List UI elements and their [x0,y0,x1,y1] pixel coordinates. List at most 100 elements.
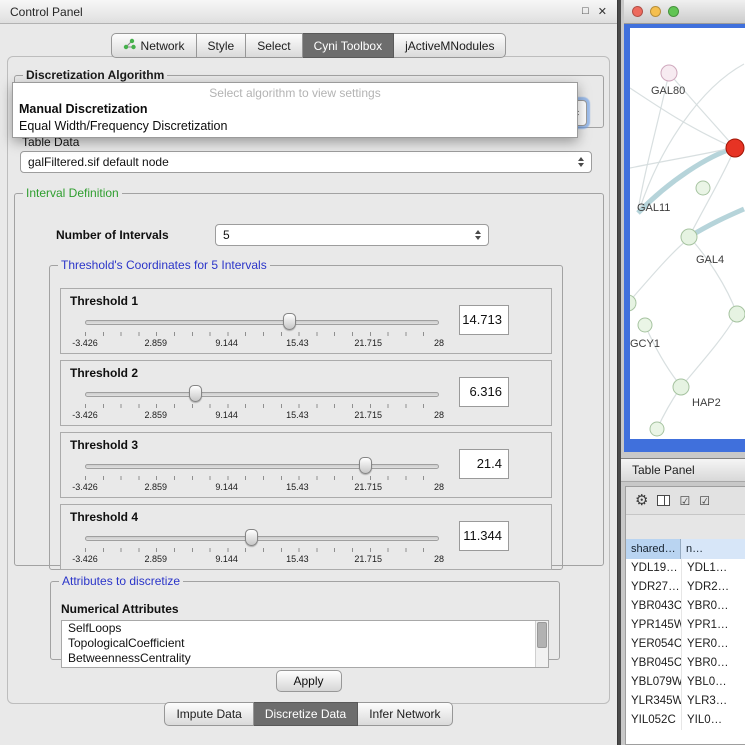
float-window-icon[interactable]: □ [582,5,589,18]
slider-track[interactable] [85,464,439,469]
tab-style[interactable]: Style [197,33,247,58]
table-row[interactable]: YBR045CYBR0… [626,654,745,673]
stepper-icon [578,157,584,167]
table-cell: YER0… [681,635,745,654]
combo-value: galFiltered.sif default node [28,155,169,169]
apply-button[interactable]: Apply [276,670,342,692]
table-cell: YER054C [626,635,681,654]
tab-cyni-toolbox[interactable]: Cyni Toolbox [303,33,394,58]
scrollbar-thumb[interactable] [537,622,547,648]
tab-label: Select [257,39,290,53]
dropdown-placeholder: Select algorithm to view settings [13,83,577,101]
number-of-intervals-combobox[interactable]: 5 [215,224,489,246]
table-row[interactable]: YDL19…YDL1… [626,559,745,578]
threshold-value-field[interactable]: 11.344 [459,521,509,551]
tick-label: 9.144 [215,410,238,420]
table-cell: YDL19… [626,559,681,578]
table-cell: YIL052C [626,711,681,730]
network-node[interactable] [630,295,636,311]
tab-network[interactable]: Network [111,33,197,58]
dropdown-option-equal-width-frequency[interactable]: Equal Width/Frequency Discretization [13,118,577,135]
tab-label: Style [208,39,235,53]
tick-label: -3.426 [72,554,98,564]
tab-label: Network [141,39,185,53]
tick-label: 15.43 [286,554,309,564]
combo-value: 5 [223,228,230,242]
threshold-value-field[interactable]: 6.316 [459,377,509,407]
list-item[interactable]: TopologicalCoefficient [62,636,548,651]
app: Control Panel □ ✕ Network Style Select C… [0,0,745,745]
network-node[interactable] [696,181,710,195]
network-node[interactable] [681,229,697,245]
table-row[interactable]: YIL052CYIL0… [626,711,745,730]
threshold-2-slider[interactable]: -3.4262.8599.14415.4321.71528 [85,383,439,423]
table-row[interactable]: YBR043CYBR0… [626,597,745,616]
network-node[interactable] [729,306,745,322]
deselect-all-icon[interactable]: ☑ [699,495,710,507]
tick-label: 15.43 [286,482,309,492]
tab-jactivemnodules[interactable]: jActiveMNodules [394,33,506,58]
table-row[interactable]: YDR27…YDR2… [626,578,745,597]
tick-label: 2.859 [145,410,168,420]
attributes-to-discretize-group: Attributes to discretize Numerical Attri… [50,574,560,660]
zoom-button[interactable] [668,6,679,17]
tab-discretize-data[interactable]: Discretize Data [254,702,358,726]
slider-track[interactable] [85,536,439,541]
slider-tick-labels: -3.4262.8599.14415.4321.71528 [85,410,439,422]
close-icon[interactable]: ✕ [598,5,607,18]
column-header-name[interactable]: n… [681,539,745,559]
threshold-value-field[interactable]: 14.713 [459,305,509,335]
table-panel-titlebar: Table Panel [621,458,745,482]
column-header-shared-name[interactable]: shared… [626,539,681,559]
network-node[interactable] [650,422,664,436]
table-row[interactable]: YLR345WYLR3… [626,692,745,711]
interval-definition-group: Interval Definition Number of Intervals … [14,186,604,566]
list-item[interactable]: SelfLoops [62,621,548,636]
list-scrollbar[interactable] [535,621,548,667]
table-cell: YBR043C [626,597,681,616]
minimize-button[interactable] [650,6,661,17]
network-node[interactable] [673,379,689,395]
network-node[interactable] [638,318,652,332]
columns-icon[interactable] [657,495,670,506]
network-node[interactable] [661,65,677,81]
bottom-tabbar: Impute Data Discretize Data Infer Networ… [0,702,617,726]
tab-select[interactable]: Select [246,33,302,58]
table-cell: YBL0… [681,673,745,692]
list-item[interactable]: BetweennessCentrality [62,651,548,666]
tab-impute-data[interactable]: Impute Data [164,702,253,726]
threshold-3-slider[interactable]: -3.4262.8599.14415.4321.71528 [85,455,439,495]
table-row[interactable]: YPR145WYPR1… [626,616,745,635]
threshold-4-slider[interactable]: -3.4262.8599.14415.4321.71528 [85,527,439,567]
table-cell: YBR045C [626,654,681,673]
tab-label: Infer Network [369,707,440,721]
tab-infer-network[interactable]: Infer Network [358,702,452,726]
numerical-attributes-list[interactable]: SelfLoopsTopologicalCoefficientBetweenne… [61,620,549,668]
slider-track[interactable] [85,392,439,397]
table-cell: YBL079W [626,673,681,692]
network-view-window: GAL80GAL11GAL4GCY1HAP2 [624,0,745,452]
table-data-combobox[interactable]: galFiltered.sif default node [20,151,592,173]
tab-label: Discretize Data [265,707,346,721]
slider-track[interactable] [85,320,439,325]
network-edge [630,240,687,303]
tick-label: 15.43 [286,410,309,420]
table-row[interactable]: YER054CYER0… [626,635,745,654]
slider-thumb[interactable] [189,385,202,402]
network-canvas[interactable]: GAL80GAL11GAL4GCY1HAP2 [630,28,745,439]
slider-thumb[interactable] [359,457,372,474]
slider-thumb[interactable] [283,313,296,330]
network-node[interactable] [726,139,744,157]
tick-label: 28 [434,482,444,492]
slider-thumb[interactable] [245,529,258,546]
threshold-value-field[interactable]: 21.4 [459,449,509,479]
threshold-1-slider[interactable]: -3.4262.8599.14415.4321.71528 [85,311,439,351]
select-all-icon[interactable]: ☑ [679,495,690,507]
dropdown-option-manual-discretization[interactable]: Manual Discretization [13,101,577,118]
close-button[interactable] [632,6,643,17]
gear-icon[interactable]: ⚙ [635,493,648,508]
tick-label: 21.715 [354,482,382,492]
table-row[interactable]: YBL079WYBL0… [626,673,745,692]
network-icon [123,38,136,53]
network-edge [630,148,732,168]
